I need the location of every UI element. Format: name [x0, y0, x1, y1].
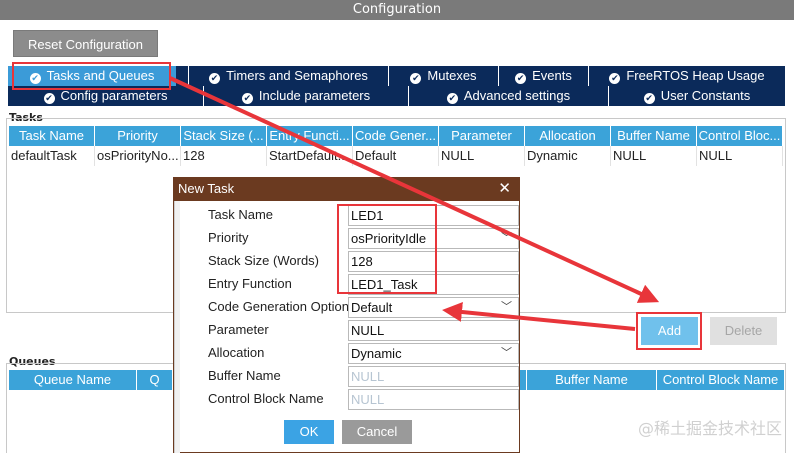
close-icon[interactable]: ✕ — [498, 178, 511, 200]
tab-label: Mutexes — [427, 68, 477, 83]
field-code-generation-option: Code Generation Option Default ﹀ — [175, 296, 521, 319]
code-generation-option-select[interactable]: Default ﹀ — [348, 297, 519, 318]
field-label: Buffer Name — [208, 368, 281, 383]
column-header[interactable]: Task Name — [9, 126, 95, 146]
field-allocation: Allocation Dynamic ﹀ — [175, 342, 521, 365]
column-header[interactable]: Priority — [95, 126, 181, 146]
table-cell: 128 — [181, 146, 267, 166]
tab-label: Events — [532, 68, 572, 83]
tab-label: FreeRTOS Heap Usage — [626, 68, 765, 83]
allocation-select[interactable]: Dynamic ﹀ — [348, 343, 519, 364]
field-parameter: Parameter NULL — [175, 319, 521, 342]
check-icon: ✔ — [515, 73, 527, 84]
table-cell: NULL — [611, 146, 697, 166]
buffer-name-input[interactable]: NULL — [348, 366, 519, 387]
dialog-title-bar[interactable]: New Task ✕ — [174, 178, 519, 201]
tab-label: Advanced settings — [463, 88, 571, 103]
tab-events[interactable]: ✔ Events — [498, 66, 588, 86]
check-icon: ✔ — [643, 93, 655, 104]
field-buffer-name: Buffer Name NULL — [175, 365, 521, 388]
check-icon: ✔ — [446, 93, 458, 104]
control-block-name-input[interactable]: NULL — [348, 389, 519, 410]
select-value: Default — [351, 300, 393, 315]
tab-label: Config parameters — [60, 88, 168, 103]
tab-label: Timers and Semaphores — [226, 68, 368, 83]
table-cell: StartDefault... — [267, 146, 353, 166]
chevron-down-icon: ﹀ — [501, 347, 512, 359]
cancel-button[interactable]: Cancel — [342, 420, 412, 444]
chevron-down-icon: ﹀ — [501, 301, 512, 313]
watermark: @稀土掘金技术社区 — [637, 419, 782, 438]
table-cell: defaultTask — [9, 146, 95, 166]
tab-mutexes[interactable]: ✔ Mutexes — [388, 66, 498, 86]
tab-label: Include parameters — [258, 88, 371, 103]
check-icon: ✔ — [209, 73, 221, 84]
tab-advanced-settings[interactable]: ✔ Advanced settings — [408, 86, 608, 106]
tab-include-parameters[interactable]: ✔ Include parameters — [203, 86, 408, 106]
table-row[interactable]: defaultTask osPriorityNo... 128 StartDef… — [9, 146, 783, 166]
tab-label: User Constants — [660, 88, 751, 103]
highlight-tasks-tab — [12, 62, 171, 90]
select-value: Dynamic — [351, 346, 402, 361]
table-cell: Dynamic — [525, 146, 611, 166]
tasks-table-header: Task Name Priority Stack Size (... Entry… — [9, 126, 783, 146]
column-header[interactable]: Entry Functi... — [267, 126, 353, 146]
field-label: Task Name — [208, 207, 274, 222]
tab-user-constants[interactable]: ✔ User Constants — [608, 86, 785, 106]
check-icon: ✔ — [43, 93, 55, 104]
delete-task-button[interactable]: Delete — [710, 317, 777, 345]
field-label: Parameter — [208, 322, 269, 337]
field-label: Stack Size (Words) — [208, 253, 320, 268]
column-header[interactable]: Buffer Name — [527, 370, 657, 390]
chevron-down-icon: ﹀ — [501, 232, 512, 244]
table-cell: Default — [353, 146, 439, 166]
column-header[interactable]: Parameter — [439, 126, 525, 146]
table-cell: NULL — [439, 146, 525, 166]
highlight-add-button — [636, 312, 702, 350]
dialog-title: New Task — [178, 181, 235, 196]
column-header[interactable]: Control Bloc... — [697, 126, 783, 146]
check-icon: ✔ — [241, 93, 253, 104]
tab-timers-and-semaphores[interactable]: ✔ Timers and Semaphores — [188, 66, 388, 86]
reset-configuration-button[interactable]: Reset Configuration — [13, 30, 158, 57]
parameter-input[interactable]: NULL — [348, 320, 519, 341]
column-header[interactable]: Queue Name — [9, 370, 137, 390]
field-label: Allocation — [208, 345, 265, 360]
column-header[interactable]: Code Gener... — [353, 126, 439, 146]
field-label: Control Block Name — [208, 391, 324, 406]
field-label: Priority — [208, 230, 249, 245]
tab-freertos-heap-usage[interactable]: ✔ FreeRTOS Heap Usage — [588, 66, 785, 86]
column-header[interactable]: Q — [137, 370, 173, 390]
field-control-block-name: Control Block Name NULL — [175, 388, 521, 411]
field-label: Code Generation Option — [208, 299, 349, 314]
column-header[interactable]: Allocation — [525, 126, 611, 146]
column-header[interactable]: Stack Size (... — [181, 126, 267, 146]
column-header[interactable]: Control Block Name — [657, 370, 785, 390]
ok-button[interactable]: OK — [284, 420, 334, 444]
table-cell: NULL — [697, 146, 783, 166]
check-icon: ✔ — [609, 73, 621, 84]
column-header[interactable]: Buffer Name — [611, 126, 697, 146]
window-title: Configuration — [0, 0, 794, 20]
highlight-dialog-fields — [337, 204, 437, 294]
field-label: Entry Function — [208, 276, 292, 291]
table-cell: osPriorityNo... — [95, 146, 181, 166]
check-icon: ✔ — [410, 73, 422, 84]
